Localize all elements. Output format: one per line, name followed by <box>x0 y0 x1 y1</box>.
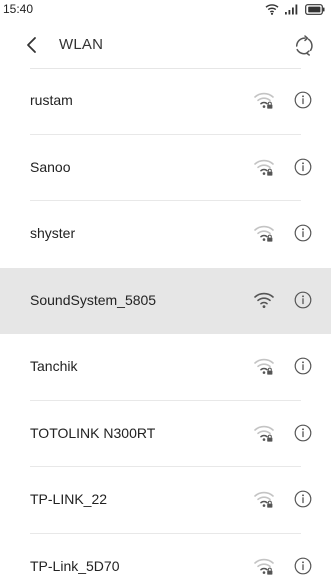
info-icon[interactable] <box>294 91 312 109</box>
wifi-network-row[interactable]: TP-Link_5D70 <box>0 534 331 585</box>
wifi-network-row[interactable]: shyster <box>0 201 331 268</box>
title-bar: WLAN <box>0 20 331 68</box>
wifi-network-name: shyster <box>30 225 76 241</box>
battery-icon <box>305 3 325 15</box>
wifi-network-name: Sanoo <box>30 158 71 175</box>
list-top-divider <box>30 68 301 69</box>
info-icon[interactable] <box>294 557 312 575</box>
info-icon[interactable] <box>294 291 312 309</box>
info-icon[interactable] <box>294 357 312 375</box>
wifi-network-name: TP-LINK_22 <box>30 491 108 507</box>
wifi-network-row[interactable]: TP-LINK_22 <box>0 467 331 534</box>
info-icon[interactable] <box>294 158 312 176</box>
wifi-network-name: TOTOLINK N300RT <box>30 424 156 441</box>
refresh-icon[interactable] <box>293 35 315 57</box>
wifi-network-row[interactable]: rustam <box>0 68 331 135</box>
wifi-icon <box>265 3 279 15</box>
wifi-locked-signal-icon <box>253 423 275 443</box>
wifi-signal-icon <box>253 290 275 310</box>
wifi-locked-signal-icon <box>253 90 275 110</box>
status-icons <box>265 3 325 15</box>
wifi-locked-signal-icon <box>253 223 275 243</box>
wifi-network-name: rustam <box>30 92 73 108</box>
wifi-network-row[interactable]: TOTOLINK N300RT <box>0 401 331 468</box>
info-icon[interactable] <box>294 224 312 242</box>
info-icon[interactable] <box>294 424 312 442</box>
cellular-signal-icon <box>284 3 300 15</box>
wifi-network-row[interactable]: Tanchik <box>0 334 331 401</box>
wifi-locked-signal-icon <box>253 489 275 509</box>
wifi-locked-signal-icon <box>253 556 275 576</box>
wifi-locked-signal-icon <box>253 356 275 376</box>
page-title: WLAN <box>59 36 104 53</box>
status-bar: 15:40 <box>0 0 331 20</box>
wifi-network-row[interactable]: Sanoo <box>0 135 331 202</box>
wifi-network-name: Tanchik <box>30 358 78 374</box>
wifi-network-list: rustam Sanoo shyster SoundSystem_5805 Tanchi… <box>0 68 331 585</box>
wifi-locked-signal-icon <box>253 157 275 177</box>
chevron-left-icon[interactable] <box>22 35 42 55</box>
status-time: 15:40 <box>3 2 34 16</box>
wifi-network-name: SoundSystem_5805 <box>30 291 157 308</box>
wifi-list-container: rustam Sanoo shyster SoundSystem_5805 Tanchi… <box>0 68 331 585</box>
info-icon[interactable] <box>294 490 312 508</box>
wifi-network-name: TP-Link_5D70 <box>30 557 120 574</box>
wifi-network-row[interactable]: SoundSystem_5805 <box>0 267 331 334</box>
